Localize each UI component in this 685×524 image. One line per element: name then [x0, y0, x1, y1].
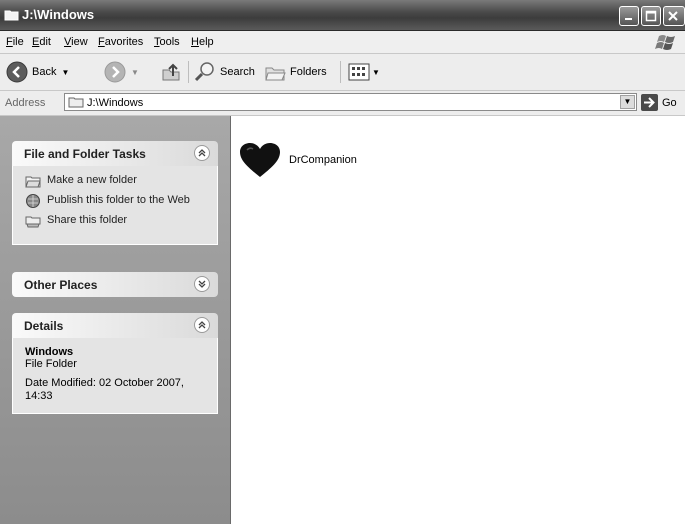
- publish-folder-link[interactable]: Publish this folder to the Web: [25, 194, 207, 208]
- folders-icon: [265, 67, 286, 81]
- maximize-icon: [645, 10, 657, 22]
- folder-icon: [68, 97, 84, 108]
- go-button[interactable]: [641, 94, 658, 111]
- address-dropdown-button[interactable]: ▼: [620, 95, 635, 109]
- close-icon: [668, 11, 678, 21]
- menu-tools[interactable]: Tools: [154, 36, 180, 48]
- title-bar[interactable]: J:\Windows: [0, 0, 685, 31]
- panel-header[interactable]: Other Places: [12, 272, 218, 297]
- menu-edit[interactable]: Edit: [32, 36, 51, 48]
- panel-header[interactable]: File and Folder Tasks: [12, 141, 218, 166]
- address-label: Address: [5, 97, 46, 109]
- details-date: Date Modified: 02 October 2007, 14:33: [25, 377, 184, 402]
- window-title: J:\Windows: [22, 7, 95, 22]
- close-button[interactable]: [663, 6, 685, 26]
- share-folder-icon: [25, 216, 41, 228]
- minimize-button[interactable]: [619, 6, 639, 26]
- heart-icon: [240, 143, 280, 177]
- details-panel: Details Windows File Folder Date Modifie…: [12, 313, 218, 414]
- forward-arrow-icon: [104, 61, 126, 83]
- views-button[interactable]: ▼: [348, 60, 380, 84]
- menu-favorites[interactable]: Favorites: [98, 36, 143, 48]
- file-folder-tasks-panel: File and Folder Tasks Make a new folder: [12, 141, 218, 245]
- file-list[interactable]: DrCompanion: [231, 116, 685, 524]
- windows-logo-icon: [655, 35, 675, 50]
- address-input[interactable]: J:\Windows ▼: [64, 93, 637, 111]
- details-type: File Folder: [25, 358, 77, 370]
- toolbar: Back ▼ ▼ Search Folders ▼: [0, 54, 685, 91]
- go-arrow-icon: [644, 97, 655, 108]
- forward-dropdown-icon[interactable]: ▼: [131, 68, 139, 77]
- other-places-panel: Other Places: [12, 272, 218, 297]
- globe-icon: [26, 194, 40, 208]
- panel-body: Windows File Folder Date Modified: 02 Oc…: [12, 338, 218, 414]
- go-label[interactable]: Go: [662, 97, 677, 109]
- expand-icon[interactable]: [194, 276, 210, 292]
- make-new-folder-link[interactable]: Make a new folder: [25, 174, 207, 188]
- up-folder-icon: [162, 63, 180, 81]
- forward-button[interactable]: ▼: [104, 60, 139, 84]
- minimize-icon: [625, 18, 632, 20]
- menu-file[interactable]: File: [6, 36, 24, 48]
- menu-view[interactable]: View: [64, 36, 88, 48]
- maximize-button[interactable]: [641, 6, 661, 26]
- new-folder-icon: [25, 176, 41, 188]
- collapse-icon[interactable]: [194, 317, 210, 333]
- task-pane: File and Folder Tasks Make a new folder: [0, 116, 231, 524]
- folders-button[interactable]: Folders: [264, 60, 327, 84]
- collapse-icon[interactable]: [194, 145, 210, 161]
- menu-help[interactable]: Help: [191, 36, 214, 48]
- search-icon: [194, 62, 214, 82]
- back-dropdown-icon[interactable]: ▼: [61, 68, 69, 77]
- share-folder-link[interactable]: Share this folder: [25, 214, 207, 228]
- up-folder-button[interactable]: [160, 60, 182, 84]
- back-button[interactable]: Back ▼: [6, 60, 69, 84]
- panel-header[interactable]: Details: [12, 313, 218, 338]
- panel-body: Make a new folder Publish this folder to…: [12, 166, 218, 245]
- address-bar: Address J:\Windows ▼ Go: [0, 91, 685, 116]
- views-icon: [348, 63, 370, 81]
- file-item-drcompanion[interactable]: DrCompanion: [239, 142, 357, 178]
- views-dropdown-icon[interactable]: ▼: [372, 68, 380, 77]
- search-button[interactable]: Search: [194, 60, 255, 84]
- menu-bar: File Edit View Favorites Tools Help: [0, 31, 685, 54]
- folder-icon: [4, 10, 19, 21]
- explorer-window: J:\Windows File Edit View Favorites Tool…: [0, 0, 685, 524]
- details-name: Windows: [25, 346, 74, 358]
- back-arrow-icon: [6, 61, 28, 83]
- toolbar-separator: [340, 61, 341, 83]
- toolbar-separator: [188, 61, 189, 83]
